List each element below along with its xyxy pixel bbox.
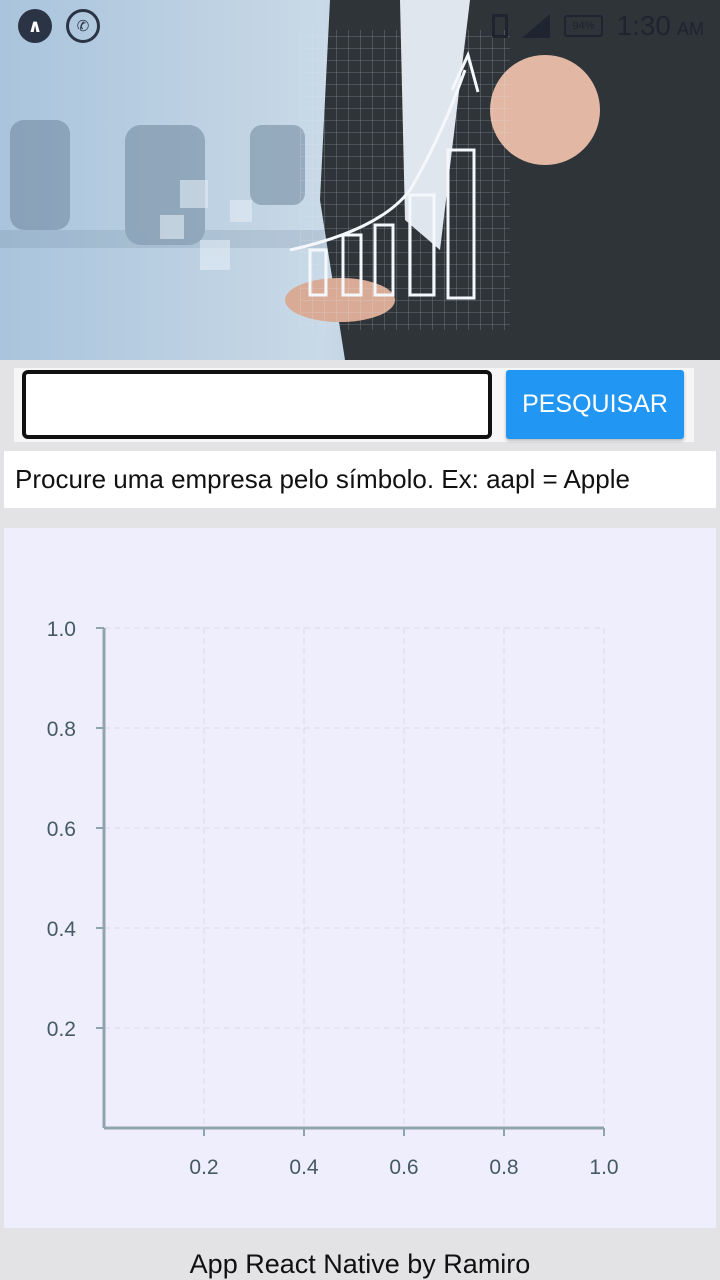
x-tick-label: 0.6	[389, 1156, 418, 1179]
status-bar: ∧ ✆ 94% 1:30 AM	[0, 0, 720, 52]
chart-card: 0.2 0.4 0.6 0.8 1.0 1.0 0.8 0.6 0.4 0.2	[4, 528, 716, 1228]
y-tick-label: 0.2	[47, 1018, 76, 1041]
y-tick-label: 1.0	[47, 618, 76, 641]
y-tick-label: 0.4	[47, 918, 77, 941]
search-bar: PESQUISAR	[14, 368, 694, 442]
x-tick-label: 0.8	[489, 1156, 518, 1179]
search-hint: Procure uma empresa pelo símbolo. Ex: aa…	[4, 451, 716, 508]
battery-icon: 94%	[564, 15, 603, 37]
whatsapp-icon: ✆	[66, 9, 100, 43]
app-drawer-icon: ∧	[18, 9, 52, 43]
x-tick-label: 0.2	[189, 1156, 218, 1179]
search-button[interactable]: PESQUISAR	[506, 370, 684, 439]
x-tick-label: 1.0	[589, 1156, 618, 1179]
x-tick-label: 0.4	[289, 1156, 319, 1179]
y-tick-label: 0.6	[47, 818, 76, 841]
sim-icon	[492, 14, 509, 38]
clock-ampm: AM	[677, 18, 704, 39]
footer-credit: App React Native by Ramiro	[189, 1249, 531, 1279]
y-tick-label: 0.8	[47, 718, 76, 741]
symbol-search-input[interactable]	[22, 370, 492, 439]
clock-time: 1:30	[616, 10, 672, 41]
signal-icon	[522, 14, 551, 38]
stock-chart: 0.2 0.4 0.6 0.8 1.0 1.0 0.8 0.6 0.4 0.2	[47, 618, 619, 1179]
hero-image	[0, 0, 720, 360]
battery-level: 94%	[572, 20, 595, 32]
